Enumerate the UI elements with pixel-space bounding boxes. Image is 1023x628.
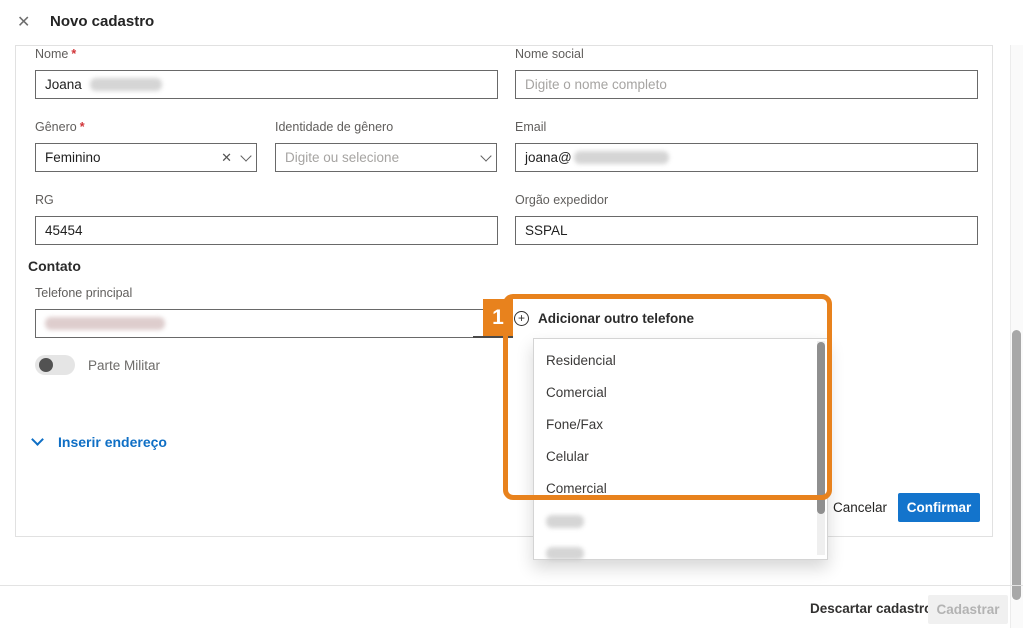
orgao-expedidor-label: Orgão expedidor bbox=[515, 193, 608, 207]
annotation-badge: 1 bbox=[483, 299, 513, 336]
phone-type-dropdown: Residencial Comercial Fone/Fax Celular C… bbox=[533, 338, 828, 560]
contato-section-title: Contato bbox=[28, 258, 81, 274]
email-label: Email bbox=[515, 120, 546, 134]
identidade-genero-label: Identidade de gênero bbox=[275, 120, 393, 134]
new-registration-dialog: ✕ Novo cadastro Nome* Joana Nome social … bbox=[0, 0, 1023, 628]
toggle-knob bbox=[39, 358, 53, 372]
nome-label: Nome* bbox=[35, 47, 76, 61]
nome-value: Joana bbox=[45, 77, 82, 92]
dropdown-option-comercial[interactable]: Comercial bbox=[546, 376, 796, 408]
dropdown-option-redacted[interactable] bbox=[546, 505, 796, 537]
genero-label: Gênero* bbox=[35, 120, 85, 134]
add-phone-button[interactable]: + Adicionar outro telefone bbox=[514, 311, 694, 326]
chevron-down-icon bbox=[31, 433, 44, 446]
redacted-option bbox=[546, 515, 584, 528]
identidade-genero-combobox[interactable]: Digite ou selecione bbox=[275, 143, 497, 172]
dropdown-option-celular[interactable]: Celular bbox=[546, 440, 796, 472]
form-panel bbox=[15, 45, 993, 537]
page-scrollbar-thumb[interactable] bbox=[1012, 330, 1021, 600]
inserir-endereco-link[interactable]: Inserir endereço bbox=[33, 434, 167, 450]
redacted-phone-number bbox=[45, 317, 165, 330]
parte-militar-toggle[interactable] bbox=[35, 355, 75, 375]
email-input[interactable]: joana@ bbox=[515, 143, 978, 172]
dropdown-option-comercial-2[interactable]: Comercial bbox=[546, 472, 796, 504]
dropdown-option-redacted[interactable] bbox=[546, 537, 796, 569]
redacted-option bbox=[546, 547, 584, 560]
close-icon[interactable]: ✕ bbox=[17, 12, 30, 32]
dialog-header: ✕ Novo cadastro bbox=[0, 0, 1023, 45]
telefone-principal-input[interactable] bbox=[35, 309, 498, 338]
register-button-disabled[interactable]: Cadastrar bbox=[928, 595, 1008, 624]
inserir-endereco-label: Inserir endereço bbox=[58, 434, 167, 450]
identidade-combo-icons bbox=[482, 144, 490, 171]
clear-icon[interactable]: ✕ bbox=[221, 150, 232, 166]
dropdown-scrollbar-thumb[interactable] bbox=[817, 342, 825, 514]
rg-value: 45454 bbox=[45, 223, 83, 238]
genero-label-text: Gênero bbox=[35, 120, 77, 134]
add-icon: + bbox=[514, 311, 529, 326]
redacted-nome-surname bbox=[90, 78, 162, 91]
nome-label-text: Nome bbox=[35, 47, 68, 61]
nome-social-input[interactable]: Digite o nome completo bbox=[515, 70, 978, 99]
genero-combobox[interactable]: Feminino ✕ bbox=[35, 143, 257, 172]
orgao-expedidor-input[interactable]: SSPAL bbox=[515, 216, 978, 245]
nome-social-label: Nome social bbox=[515, 47, 584, 61]
cancel-button[interactable]: Cancelar bbox=[833, 500, 887, 515]
rg-label: RG bbox=[35, 193, 54, 207]
rg-input[interactable]: 45454 bbox=[35, 216, 498, 245]
orgao-expedidor-value: SSPAL bbox=[525, 223, 568, 238]
discard-registration-button[interactable]: Descartar cadastro bbox=[810, 601, 932, 616]
confirm-button[interactable]: Confirmar bbox=[898, 493, 980, 522]
telefone-principal-label: Telefone principal bbox=[35, 286, 132, 300]
email-value: joana@ bbox=[525, 150, 572, 165]
dropdown-option-fone-fax[interactable]: Fone/Fax bbox=[546, 408, 796, 440]
annotation-leader-line bbox=[473, 336, 513, 338]
add-phone-label: Adicionar outro telefone bbox=[538, 311, 694, 326]
genero-value: Feminino bbox=[45, 150, 101, 165]
nome-social-placeholder: Digite o nome completo bbox=[525, 77, 667, 92]
dropdown-option-residencial[interactable]: Residencial bbox=[546, 344, 796, 376]
chevron-down-icon[interactable] bbox=[240, 150, 251, 161]
parte-militar-label: Parte Militar bbox=[88, 358, 160, 373]
nome-input[interactable]: Joana bbox=[35, 70, 498, 99]
footer-divider bbox=[0, 585, 1023, 586]
required-marker: * bbox=[71, 47, 76, 61]
chevron-down-icon[interactable] bbox=[480, 150, 491, 161]
redacted-email-domain bbox=[574, 151, 669, 164]
required-marker: * bbox=[80, 120, 85, 134]
genero-combo-icons: ✕ bbox=[221, 144, 250, 171]
identidade-genero-placeholder: Digite ou selecione bbox=[285, 150, 399, 165]
page-title: Novo cadastro bbox=[50, 13, 154, 30]
